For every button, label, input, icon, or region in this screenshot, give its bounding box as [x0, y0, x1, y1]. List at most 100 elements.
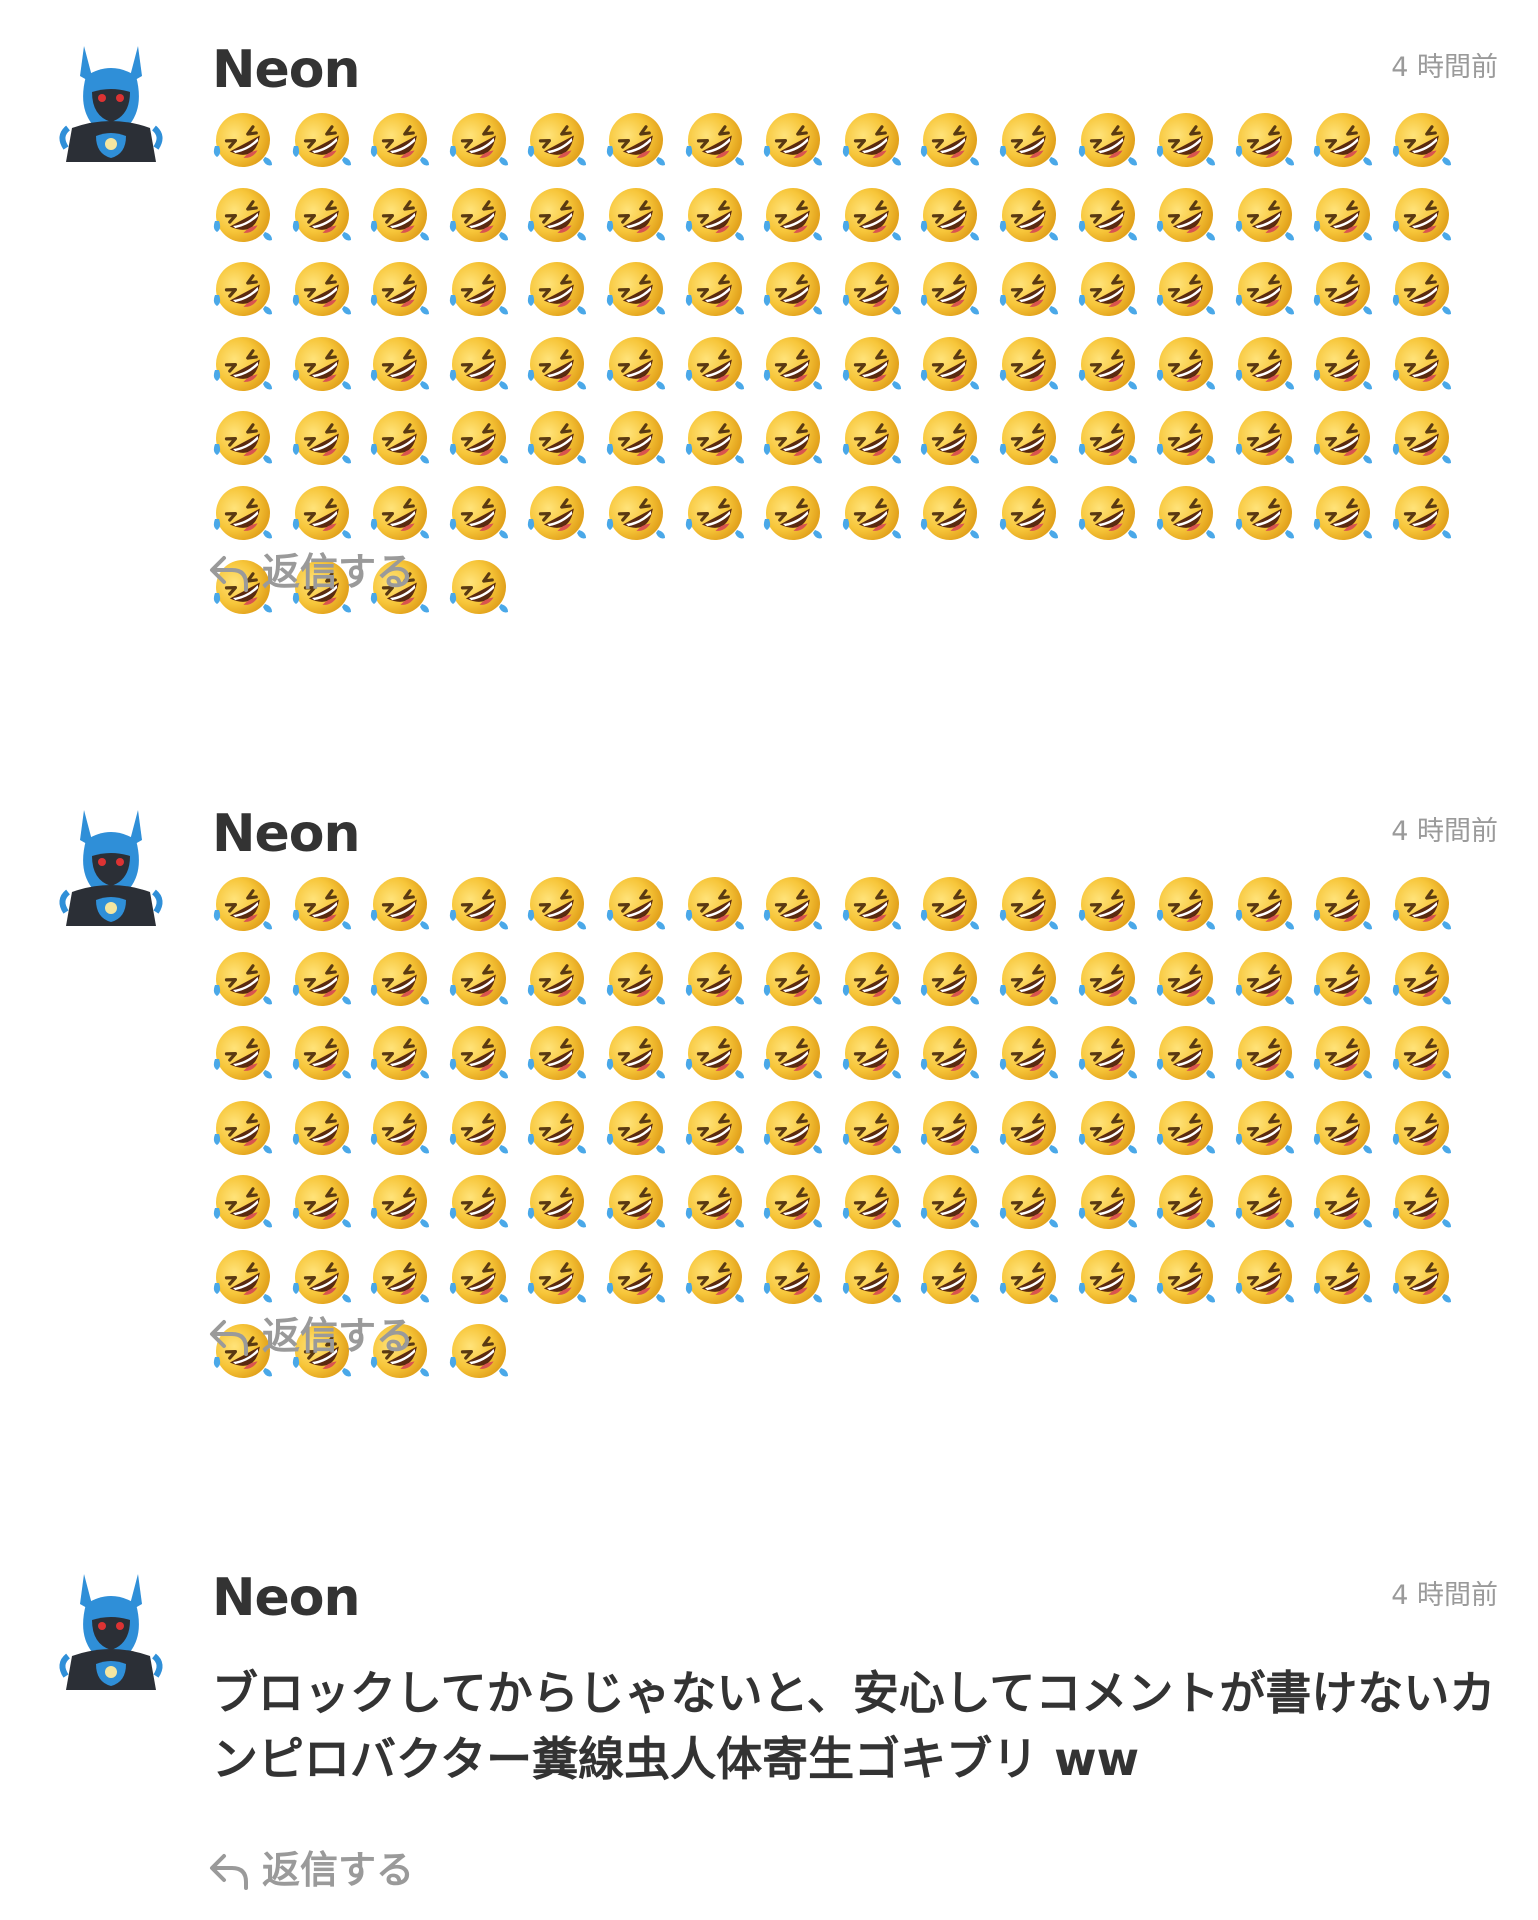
rolling-on-the-floor-laughing-emoji — [1154, 1096, 1218, 1160]
rolling-on-the-floor-laughing-emoji — [1076, 257, 1140, 321]
rolling-on-the-floor-laughing-emoji — [447, 1319, 511, 1383]
rolling-on-the-floor-laughing-emoji — [1233, 183, 1297, 247]
rolling-on-the-floor-laughing-emoji — [368, 872, 432, 936]
reply-button[interactable]: 返信する — [208, 546, 414, 598]
rolling-on-the-floor-laughing-emoji — [290, 1245, 354, 1309]
rolling-on-the-floor-laughing-emoji — [525, 257, 589, 321]
rolling-on-the-floor-laughing-emoji — [290, 183, 354, 247]
rolling-on-the-floor-laughing-emoji — [1154, 1021, 1218, 1085]
reply-label: 返信する — [262, 1314, 415, 1358]
rolling-on-the-floor-laughing-emoji — [840, 1021, 904, 1085]
rolling-on-the-floor-laughing-emoji — [918, 1170, 982, 1234]
rolling-on-the-floor-laughing-emoji — [761, 1170, 825, 1234]
rolling-on-the-floor-laughing-emoji — [918, 108, 982, 172]
rolling-on-the-floor-laughing-emoji — [447, 1170, 511, 1234]
rolling-on-the-floor-laughing-emoji — [1076, 108, 1140, 172]
rolling-on-the-floor-laughing-emoji — [1311, 332, 1375, 396]
reply-label: 返信する — [262, 1848, 415, 1892]
reply-button[interactable]: 返信する — [208, 1310, 414, 1362]
rolling-on-the-floor-laughing-emoji — [761, 257, 825, 321]
rolling-on-the-floor-laughing-emoji — [1076, 947, 1140, 1011]
rolling-on-the-floor-laughing-emoji — [447, 108, 511, 172]
lucario-avatar[interactable] — [56, 1564, 166, 1690]
rolling-on-the-floor-laughing-emoji — [1076, 481, 1140, 545]
rolling-on-the-floor-laughing-emoji — [1154, 183, 1218, 247]
rolling-on-the-floor-laughing-emoji — [840, 108, 904, 172]
rolling-on-the-floor-laughing-emoji — [1390, 406, 1454, 470]
rolling-on-the-floor-laughing-emoji — [997, 1245, 1061, 1309]
rolling-on-the-floor-laughing-emoji — [918, 332, 982, 396]
rolling-on-the-floor-laughing-emoji — [525, 1096, 589, 1160]
rolling-on-the-floor-laughing-emoji — [1311, 1245, 1375, 1309]
rolling-on-the-floor-laughing-emoji — [761, 872, 825, 936]
rolling-on-the-floor-laughing-emoji — [525, 1245, 589, 1309]
rolling-on-the-floor-laughing-emoji — [1311, 1096, 1375, 1160]
rolling-on-the-floor-laughing-emoji — [683, 481, 747, 545]
rolling-on-the-floor-laughing-emoji — [840, 481, 904, 545]
rolling-on-the-floor-laughing-emoji — [525, 108, 589, 172]
rolling-on-the-floor-laughing-emoji — [290, 1096, 354, 1160]
rolling-on-the-floor-laughing-emoji — [918, 257, 982, 321]
lucario-avatar[interactable] — [56, 800, 166, 926]
rolling-on-the-floor-laughing-emoji — [604, 1245, 668, 1309]
rolling-on-the-floor-laughing-emoji — [918, 1245, 982, 1309]
rolling-on-the-floor-laughing-emoji — [1390, 108, 1454, 172]
rolling-on-the-floor-laughing-emoji — [290, 108, 354, 172]
rolling-on-the-floor-laughing-emoji — [761, 1096, 825, 1160]
rolling-on-the-floor-laughing-emoji — [1233, 1245, 1297, 1309]
rolling-on-the-floor-laughing-emoji — [1390, 257, 1454, 321]
rolling-on-the-floor-laughing-emoji — [918, 947, 982, 1011]
rolling-on-the-floor-laughing-emoji — [683, 108, 747, 172]
rolling-on-the-floor-laughing-emoji — [761, 183, 825, 247]
rolling-on-the-floor-laughing-emoji — [840, 183, 904, 247]
timestamp: 4 時間前 — [1391, 816, 1498, 847]
rolling-on-the-floor-laughing-emoji — [1311, 1170, 1375, 1234]
rolling-on-the-floor-laughing-emoji — [1311, 947, 1375, 1011]
rolling-on-the-floor-laughing-emoji — [1390, 1021, 1454, 1085]
reply-button[interactable]: 返信する — [208, 1844, 414, 1896]
rolling-on-the-floor-laughing-emoji — [1154, 406, 1218, 470]
rolling-on-the-floor-laughing-emoji — [447, 257, 511, 321]
rolling-on-the-floor-laughing-emoji — [211, 406, 275, 470]
rolling-on-the-floor-laughing-emoji — [604, 481, 668, 545]
lucario-avatar[interactable] — [56, 36, 166, 162]
rolling-on-the-floor-laughing-emoji — [447, 481, 511, 545]
rolling-on-the-floor-laughing-emoji — [840, 1245, 904, 1309]
rolling-on-the-floor-laughing-emoji — [683, 332, 747, 396]
rolling-on-the-floor-laughing-emoji — [918, 872, 982, 936]
rolling-on-the-floor-laughing-emoji — [1233, 1096, 1297, 1160]
rolling-on-the-floor-laughing-emoji — [1233, 947, 1297, 1011]
username[interactable]: Neon — [212, 1564, 361, 1632]
rolling-on-the-floor-laughing-emoji — [1390, 947, 1454, 1011]
rolling-on-the-floor-laughing-emoji — [1154, 872, 1218, 936]
rolling-on-the-floor-laughing-emoji — [761, 1245, 825, 1309]
rolling-on-the-floor-laughing-emoji — [211, 1021, 275, 1085]
rolling-on-the-floor-laughing-emoji — [1390, 1245, 1454, 1309]
rolling-on-the-floor-laughing-emoji — [604, 872, 668, 936]
rolling-on-the-floor-laughing-emoji — [761, 481, 825, 545]
rolling-on-the-floor-laughing-emoji — [997, 872, 1061, 936]
rolling-on-the-floor-laughing-emoji — [997, 1170, 1061, 1234]
username[interactable]: Neon — [212, 36, 361, 104]
rolling-on-the-floor-laughing-emoji — [683, 1021, 747, 1085]
reply-arrow-icon — [210, 1854, 248, 1890]
rolling-on-the-floor-laughing-emoji — [447, 872, 511, 936]
rolling-on-the-floor-laughing-emoji — [368, 1245, 432, 1309]
username[interactable]: Neon — [212, 800, 361, 868]
rolling-on-the-floor-laughing-emoji — [1311, 257, 1375, 321]
rolling-on-the-floor-laughing-emoji — [1233, 108, 1297, 172]
rolling-on-the-floor-laughing-emoji — [211, 481, 275, 545]
rolling-on-the-floor-laughing-emoji — [683, 1096, 747, 1160]
rolling-on-the-floor-laughing-emoji — [525, 332, 589, 396]
rolling-on-the-floor-laughing-emoji — [447, 555, 511, 619]
rolling-on-the-floor-laughing-emoji — [211, 257, 275, 321]
rolling-on-the-floor-laughing-emoji — [918, 406, 982, 470]
rolling-on-the-floor-laughing-emoji — [1076, 872, 1140, 936]
rolling-on-the-floor-laughing-emoji — [604, 1021, 668, 1085]
rolling-on-the-floor-laughing-emoji — [840, 257, 904, 321]
rolling-on-the-floor-laughing-emoji — [290, 947, 354, 1011]
rolling-on-the-floor-laughing-emoji — [761, 1021, 825, 1085]
rolling-on-the-floor-laughing-emoji — [683, 406, 747, 470]
rolling-on-the-floor-laughing-emoji — [290, 406, 354, 470]
rolling-on-the-floor-laughing-emoji — [683, 1245, 747, 1309]
